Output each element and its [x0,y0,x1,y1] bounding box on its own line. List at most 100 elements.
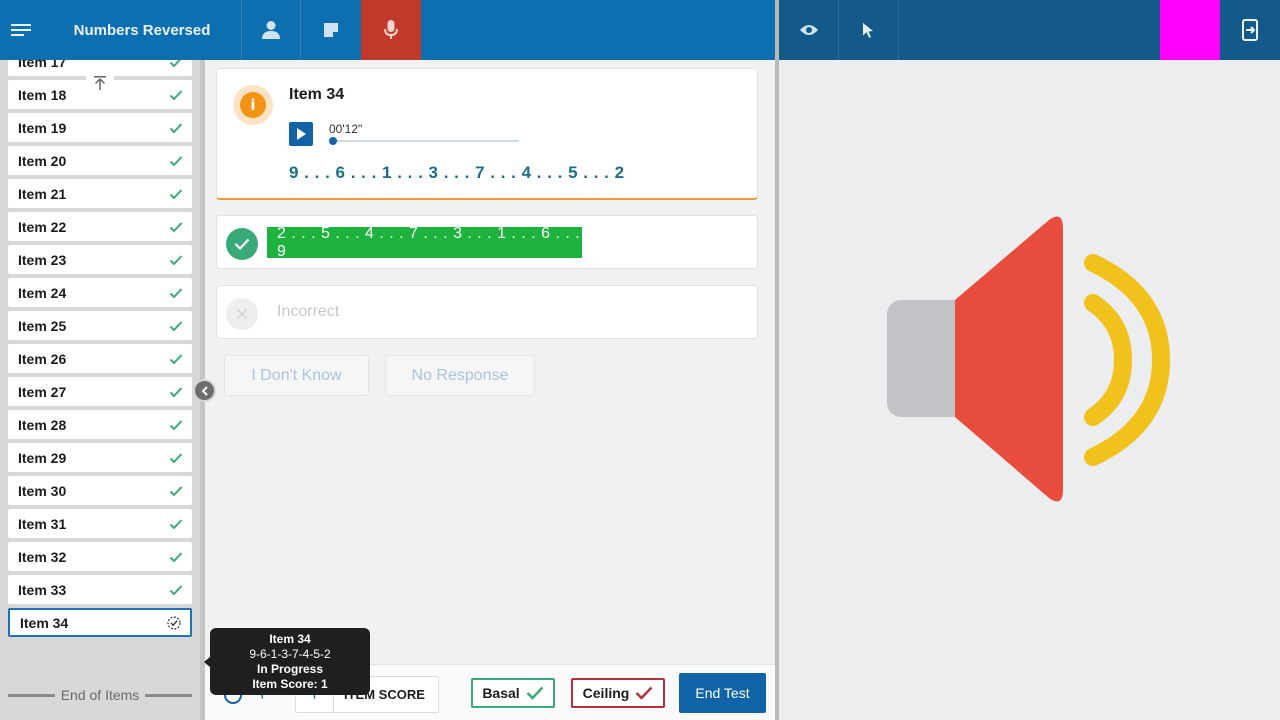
incorrect-label: Incorrect [277,303,340,320]
checkmark-icon [169,419,183,430]
checkmark-icon [169,155,183,166]
tooltip-sequence: 9-6-1-3-7-4-5-2 [249,647,331,661]
item-card: i Item 34 00'12" 9 . . . 6 . . . 1 . . .… [216,68,758,200]
checkmark-icon [169,254,183,265]
checkmark-icon [169,584,183,595]
checkmark-icon [169,122,183,133]
arrow-up-to-line-icon [94,76,106,90]
sidebar-item[interactable]: Item 24 [8,278,192,307]
sidebar-item[interactable]: Item 33 [8,575,192,604]
checkmark-icon [169,485,183,496]
end-of-items: End of Items [8,686,192,704]
no-response-button[interactable]: No Response [385,355,535,396]
note-icon [323,23,338,37]
scroll-to-top-button[interactable] [86,68,114,98]
examinee-view-panel [779,60,1280,720]
examinee-view-button[interactable] [779,0,838,60]
end-of-items-rule [145,693,192,697]
sidebar-item[interactable]: Item 25 [8,311,192,340]
audio-progress-knob[interactable] [329,137,337,145]
pointer-button[interactable] [838,0,898,60]
sidebar-item-label: Item 27 [18,383,67,400]
tooltip-title: Item 34 [269,632,311,646]
sidebar-item[interactable]: Item 22 [8,212,192,241]
incorrect-response-option[interactable]: Incorrect [216,285,758,339]
item-sidebar: Item 17 Item 18 Item 19 Item 20 Item 21 Item … [0,60,200,720]
item-sequence: 9 . . . 6 . . . 1 . . . 3 . . . 7 . . . … [289,163,625,182]
sidebar-item-label: Item 31 [18,515,67,532]
person-icon [262,21,280,39]
collapse-sidebar-button[interactable] [193,379,216,402]
ceiling-label: Ceiling [582,685,630,701]
checkmark-icon [169,551,183,562]
eye-icon [799,25,818,35]
exit-button[interactable] [1220,0,1280,60]
checkmark-icon [169,518,183,529]
chevron-left-icon [201,385,208,396]
sidebar-item-label: Item 23 [18,251,67,268]
sidebar-item[interactable]: Item 19 [8,113,192,142]
correct-answer: 2 . . . 5 . . . 4 . . . 7 . . . 3 . . . … [267,225,582,260]
audio-progress-track[interactable] [331,140,519,142]
sidebar-item-label: Item 24 [18,284,67,301]
sidebar-item[interactable]: Item 21 [8,179,192,208]
highlight-block [1160,0,1220,60]
sidebar-item-label: Item 22 [18,218,67,235]
pointer-icon [863,23,873,38]
end-of-items-label: End of Items [60,687,140,703]
basal-label: Basal [482,685,520,701]
play-icon [297,128,306,140]
sidebar-item-label: Item 19 [18,119,67,136]
ceiling-button[interactable]: Ceiling [571,678,665,708]
sidebar-item-label: Item 32 [18,548,67,565]
exit-icon [1242,19,1258,41]
checkmark-icon [169,89,183,100]
sidebar-item[interactable]: Item 20 [8,146,192,175]
menu-icon [11,24,31,36]
speaker-volume-icon [887,216,1171,502]
sidebar-item[interactable]: Item 28 [8,410,192,439]
incorrect-x-button[interactable] [226,298,258,330]
correct-response-option[interactable]: 2 . . . 5 . . . 4 . . . 7 . . . 3 . . . … [216,215,758,269]
checkmark-icon [169,221,183,232]
menu-button[interactable] [0,0,42,60]
checkmark-icon [169,60,181,67]
sidebar-item[interactable]: Item 30 [8,476,192,505]
item-panel: i Item 34 00'12" 9 . . . 6 . . . 1 . . .… [205,60,775,720]
checkmark-icon [169,353,183,364]
correct-check-button[interactable] [226,228,258,260]
checkmark-icon [169,287,183,298]
checkmark-icon [169,386,183,397]
sidebar-item[interactable]: Item 26 [8,344,192,373]
end-test-button[interactable]: End Test [679,673,766,713]
item-tooltip: Item 34 9-6-1-3-7-4-5-2 In Progress Item… [210,628,370,695]
sidebar-item-label: Item 30 [18,482,67,499]
sidebar-item[interactable]: Item 23 [8,245,192,274]
tooltip-status: In Progress [256,662,324,676]
checkmark-icon [169,188,183,199]
checkmark-icon [169,452,183,463]
header-divider [898,0,899,60]
sidebar-item[interactable]: Item 29 [8,443,192,472]
dont-know-button[interactable]: I Don't Know [224,355,369,396]
sidebar-item[interactable]: Item 31 [8,509,192,538]
sidebar-item[interactable]: Item 27 [8,377,192,406]
sidebar-item-label: Item 34 [20,614,69,631]
audio-time: 00'12" [329,122,363,136]
sidebar-item[interactable]: Item 34 [8,608,192,637]
checkmark-icon [526,686,544,700]
checkmark-icon [635,686,653,700]
notes-button[interactable] [300,0,361,60]
microphone-icon [384,20,398,39]
info-badge[interactable]: i [233,85,273,125]
microphone-button[interactable] [361,0,421,60]
tooltip-score: Item Score: 1 [252,677,328,691]
play-button[interactable] [289,122,313,146]
sidebar-item-label: Item 29 [18,449,67,466]
info-icon: i [240,92,266,118]
sidebar-item[interactable]: Item 32 [8,542,192,571]
examinee-button[interactable] [242,0,300,60]
close-icon [236,308,248,320]
sidebar-item-label: Item 20 [18,152,67,169]
basal-button[interactable]: Basal [471,678,555,708]
